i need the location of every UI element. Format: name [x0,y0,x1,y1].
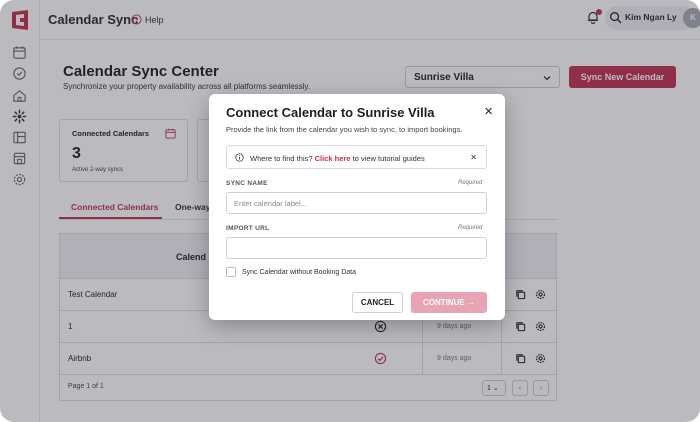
sync-name-label: SYNC NAME [226,180,268,187]
arrow-right-icon: → [467,298,475,307]
cancel-button[interactable]: CANCEL [352,292,403,313]
dialog-title: Connect Calendar to Sunrise Villa [226,105,435,120]
sync-name-input[interactable] [226,192,487,214]
info-prefix: Where to find this? [250,154,313,163]
info-suffix: to view tutorial guides [352,154,425,163]
continue-label: CONTINUE [422,298,465,307]
import-url-input[interactable] [226,237,487,259]
info-icon [235,153,244,162]
app-window: Calendar Sync ? Help Kim Ngan Ly K Calen… [0,0,700,422]
import-url-required: Required [458,225,483,231]
info-text: Where to find this? Click here to view t… [250,154,425,163]
connect-calendar-dialog: Connect Calendar to Sunrise Villa ✕ Prov… [209,94,505,320]
close-icon[interactable]: ✕ [484,107,493,118]
info-banner: Where to find this? Click here to view t… [226,145,487,169]
tutorial-link[interactable]: Click here [315,154,351,163]
dialog-description: Provide the link from the calendar you w… [226,125,463,134]
checkbox-label: Sync Calendar without Booking Data [242,269,357,276]
close-icon[interactable]: ✕ [470,153,477,162]
continue-button[interactable]: CONTINUE → [411,292,487,313]
import-url-label: IMPORT URL [226,225,270,232]
sync-without-booking-checkbox[interactable] [226,267,236,277]
sync-name-required: Required [458,180,483,186]
